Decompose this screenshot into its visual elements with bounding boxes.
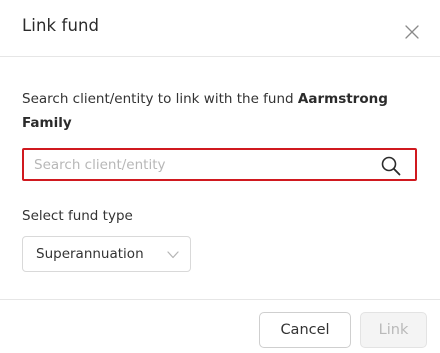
dialog-header: Link fund [0, 0, 440, 57]
fund-type-value: Superannuation [36, 246, 144, 262]
close-icon [405, 25, 419, 39]
dialog-footer: Cancel Link [0, 299, 440, 353]
fund-type-label: Select fund type [22, 208, 133, 224]
search-box[interactable] [22, 148, 417, 181]
search-prompt: Search client/entity to link with the fu… [22, 87, 412, 135]
cancel-button[interactable]: Cancel [259, 312, 351, 348]
link-button[interactable]: Link [360, 312, 427, 348]
dialog-title: Link fund [22, 16, 100, 35]
search-input[interactable] [34, 154, 364, 176]
close-button[interactable] [403, 23, 421, 41]
search-icon[interactable] [380, 155, 402, 177]
dialog-body: Search client/entity to link with the fu… [0, 57, 440, 299]
fund-type-select[interactable]: Superannuation [22, 236, 191, 272]
link-fund-dialog: Link fund Search client/entity to link w… [0, 0, 440, 353]
chevron-down-icon [167, 251, 179, 259]
prompt-text: Search client/entity to link with the fu… [22, 91, 294, 107]
